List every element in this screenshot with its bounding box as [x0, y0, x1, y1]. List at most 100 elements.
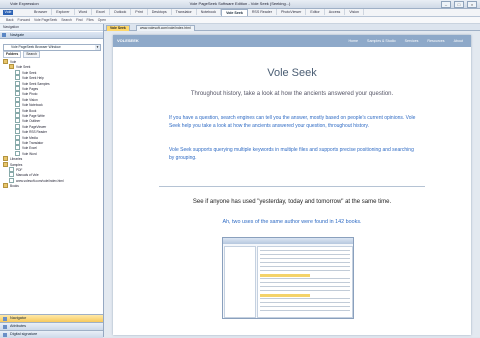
nav-link-services[interactable]: Services — [405, 39, 419, 43]
chevron-down-icon[interactable]: ▼ — [95, 45, 100, 50]
site-logo[interactable]: VOLESEEK — [117, 38, 139, 43]
content-area: Vole Seek www.volesoft.com/vole/index.htm… — [104, 24, 480, 337]
document-icon — [15, 145, 20, 151]
features-paragraph: Vole Seek supports querying multiple key… — [169, 147, 414, 161]
tree-item-label: Books — [10, 184, 19, 189]
tab-vision[interactable]: Vision — [345, 9, 365, 15]
toolbar-search-button[interactable]: Search — [61, 17, 72, 23]
tree-item[interactable]: PDF — [9, 167, 23, 172]
tab-explorer[interactable]: Explorer — [52, 9, 75, 15]
close-icon[interactable]: × — [467, 1, 477, 8]
toolbar-files-button[interactable]: Files — [87, 17, 94, 23]
tab-vole-seek[interactable]: Vole Seek — [221, 9, 248, 16]
document-icon — [15, 113, 20, 118]
tree-item-label: Vole Excel — [22, 146, 37, 151]
tree-item[interactable]: Books — [3, 183, 19, 189]
tab-word[interactable]: Word — [75, 9, 93, 15]
web-page: VOLESEEK Home Samples & Studio Services Res… — [113, 35, 471, 335]
tab-desktops[interactable]: Desktops — [148, 9, 172, 15]
browser-window-select[interactable]: Vole PageSeek Browser Window ▼ — [3, 44, 101, 51]
folder-tree[interactable]: Vole Vole Seek Vole Seek Vole Seek Help Vole… — [3, 59, 101, 259]
tree-item[interactable]: Vole Vision — [15, 96, 38, 102]
section-label: Navigator — [10, 316, 27, 320]
tree-item[interactable]: Vole Book — [15, 107, 37, 113]
tagline: Throughout history, take a look at how t… — [190, 91, 394, 97]
tree-item[interactable]: Vole Media — [15, 134, 38, 140]
tree-item[interactable]: Vole Translator — [15, 140, 43, 145]
toolbar-open-button[interactable]: Open — [98, 17, 106, 23]
tree-item-label: Vole Book — [22, 108, 37, 113]
pane-tab-folders[interactable]: Folders — [3, 51, 22, 58]
tree-item[interactable]: Vole Notebook — [15, 102, 43, 108]
document-tab[interactable]: Vole Seek — [106, 25, 130, 31]
tree-item-label: Vole Vision — [22, 97, 38, 102]
tree-item-label: www.volesoft.com/vole/index.html — [16, 178, 64, 183]
toolbar-find-button[interactable]: Find — [76, 17, 83, 23]
nav-link-samples-studio[interactable]: Samples & Studio — [367, 39, 396, 43]
section-navigator[interactable]: Navigator — [0, 314, 103, 322]
document-icon — [15, 75, 20, 81]
folder-icon — [3, 59, 8, 64]
tree-item[interactable]: Vole — [3, 59, 16, 64]
tree-item[interactable]: Vole Seek — [15, 69, 36, 75]
tab-access[interactable]: Access — [325, 9, 346, 15]
toolbar-back-button[interactable]: Back — [6, 17, 14, 23]
section-icon — [3, 333, 7, 337]
tree-item[interactable]: Vole Seek Help — [15, 75, 44, 81]
tree-item[interactable]: Vole Page Write — [15, 113, 45, 118]
tree-item[interactable]: Manuals of Vole — [9, 172, 39, 178]
folder-icon — [3, 161, 8, 167]
toolbar-forward-button[interactable]: Forward — [18, 17, 30, 23]
tab-editor[interactable]: Editor — [306, 9, 325, 15]
nav-link-about[interactable]: About — [454, 39, 463, 43]
tree-item-label: PDF — [16, 168, 23, 172]
nav-link-resources[interactable]: Resources — [427, 39, 444, 43]
document-icon — [15, 134, 20, 140]
document-icon — [15, 102, 20, 108]
tree-item[interactable]: Vole PageViewer — [15, 123, 46, 129]
tree-item[interactable]: Vole Pages — [15, 86, 39, 91]
tab-notebook[interactable]: Notebook — [197, 9, 222, 15]
document-tabs: Vole Seek www.volesoft.com/vole/index.htm… — [104, 24, 480, 31]
document-icon — [15, 86, 20, 91]
document-tab[interactable]: www.volesoft.com/vole/index.html — [136, 25, 195, 31]
tree-item[interactable]: Vole Word — [15, 150, 37, 156]
tree-item[interactable]: Vole Photo — [15, 91, 37, 97]
tab-browser[interactable]: Browser — [30, 9, 53, 15]
section-attributes[interactable]: Attributes — [0, 322, 103, 330]
nav-link-home[interactable]: Home — [348, 39, 358, 43]
tree-item-label: Vole Outliner — [22, 119, 41, 124]
maximize-icon[interactable]: □ — [454, 1, 464, 8]
tree-item[interactable]: Samples — [3, 161, 22, 167]
tree-item-label: Vole Page Write — [22, 114, 45, 118]
navigate-icon — [2, 33, 6, 37]
site-nav: Home Samples & Studio Services Resources Abo… — [348, 39, 463, 43]
tree-item[interactable]: Vole RSS Reader — [15, 129, 47, 135]
tree-item[interactable]: Vole Excel — [15, 145, 37, 151]
tree-item[interactable]: Vole Outliner — [15, 118, 41, 124]
tab-outlook[interactable]: Outlook — [110, 9, 132, 15]
minimize-icon[interactable]: – — [441, 1, 451, 8]
tab-translator[interactable]: Translator — [172, 9, 197, 15]
tree-item-label: Manuals of Vole — [16, 173, 39, 178]
document-icon — [15, 69, 20, 75]
tree-item[interactable]: Vole Seek — [9, 64, 30, 70]
pane-tab-search[interactable]: Search — [23, 51, 40, 58]
document-icon — [15, 80, 20, 86]
app-menu-button[interactable]: Vole — [3, 10, 13, 15]
tab-rss-reader[interactable]: RSS Reader — [248, 9, 278, 15]
tree-item[interactable]: Vole Seek Samples — [15, 80, 50, 86]
tree-item[interactable]: Libraries — [3, 156, 22, 162]
tree-item[interactable]: www.volesoft.com/vole/index.html — [9, 177, 64, 183]
folder-icon — [3, 183, 8, 189]
window-controls: – □ × — [441, 1, 477, 8]
tree-item-label: Vole Pages — [22, 87, 39, 91]
tab-print[interactable]: Print — [131, 9, 148, 15]
tab-excel[interactable]: Excel — [92, 9, 110, 15]
toolbar-vole-pageseek-button[interactable]: Vole PageSeek — [34, 17, 57, 23]
tree-item-label: Vole Seek Samples — [22, 81, 50, 86]
navigate-label: Navigate — [10, 33, 25, 37]
tab-photoviewer[interactable]: PhotoViewer — [277, 9, 307, 15]
navigate-section[interactable]: Navigate — [0, 32, 103, 39]
document-icon — [15, 118, 20, 124]
